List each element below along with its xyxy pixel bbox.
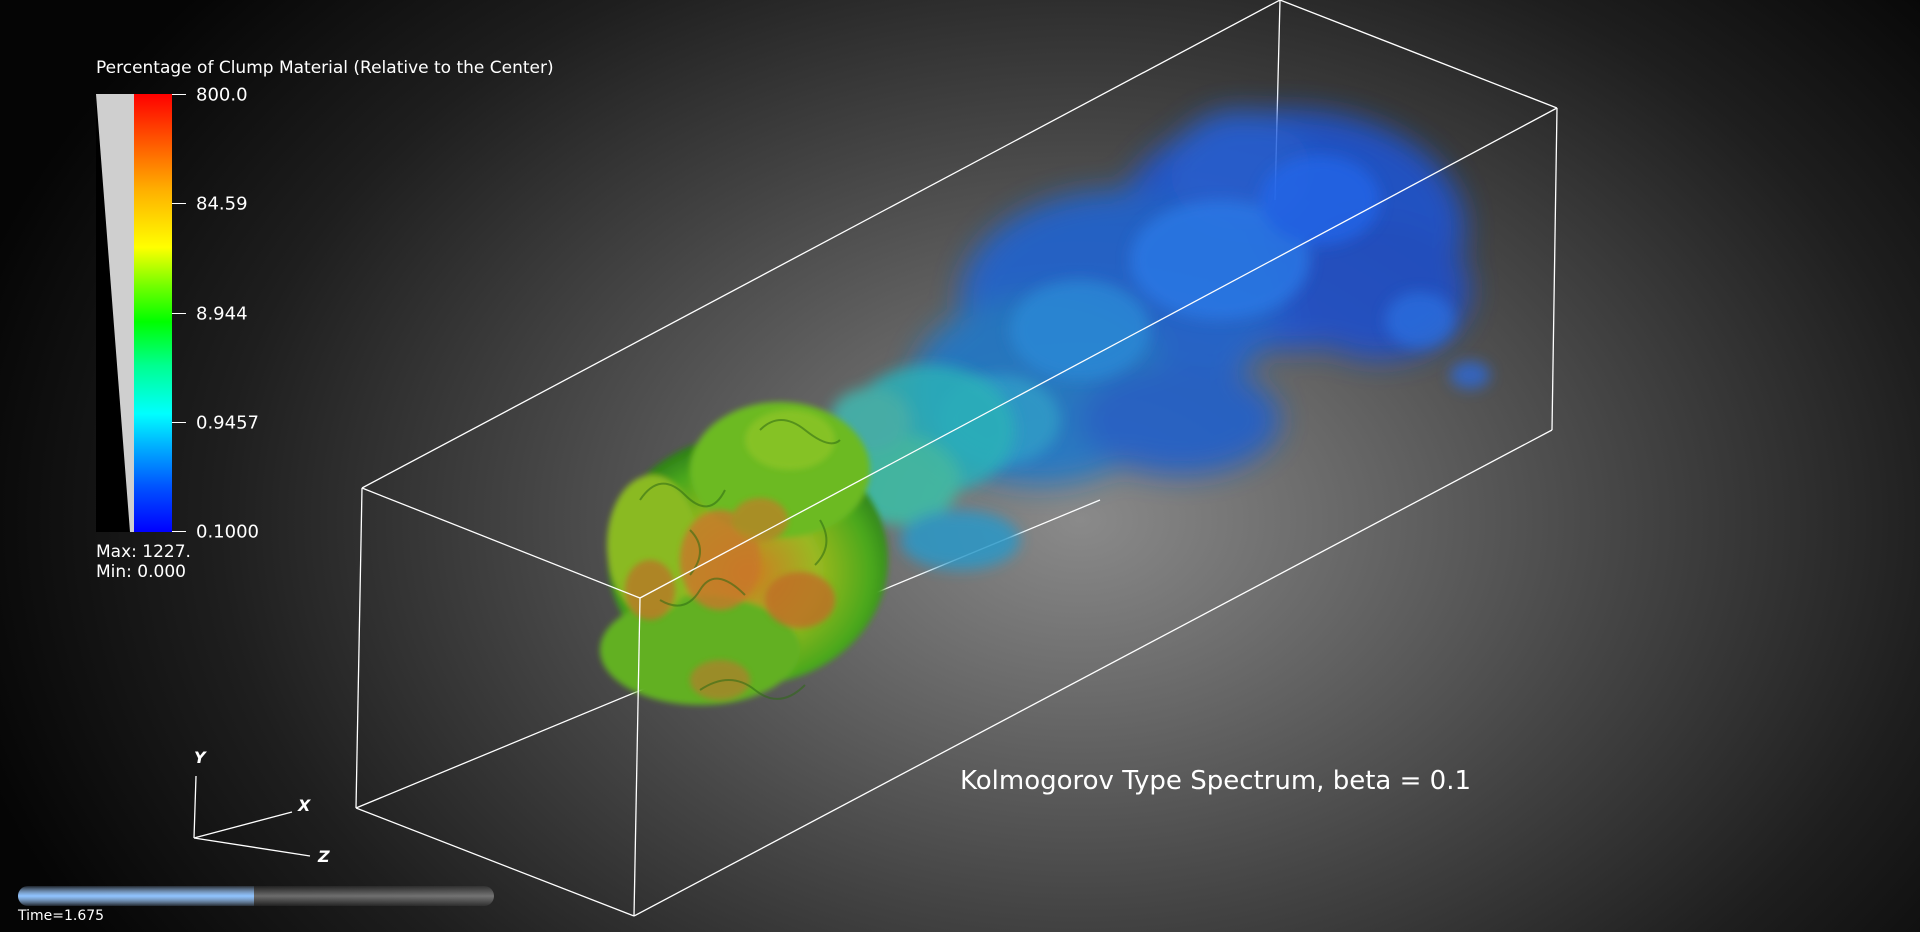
legend-tick-label: 8.944 bbox=[196, 303, 248, 325]
axis-label-x: X bbox=[298, 796, 311, 815]
legend-tick bbox=[172, 203, 186, 204]
time-slider-fill bbox=[18, 886, 254, 906]
color-bar bbox=[134, 94, 172, 532]
legend-tick-label: 0.9457 bbox=[196, 412, 259, 434]
legend-title: Percentage of Clump Material (Relative t… bbox=[96, 58, 554, 78]
legend-min-label: Min: 0.000 bbox=[96, 562, 186, 582]
legend-tick-label: 0.1000 bbox=[196, 521, 259, 543]
legend-tick-label: 800.0 bbox=[196, 84, 248, 106]
legend-tick bbox=[172, 313, 186, 314]
axis-label-z: Z bbox=[318, 847, 330, 866]
axis-label-y: Y bbox=[194, 748, 206, 767]
legend-max-label: Max: 1227. bbox=[96, 542, 191, 562]
legend-tick bbox=[172, 531, 186, 532]
time-slider[interactable] bbox=[18, 886, 494, 906]
caption-text: Kolmogorov Type Spectrum, beta = 0.1 bbox=[960, 766, 1471, 796]
legend-tick bbox=[172, 422, 186, 423]
opacity-ramp bbox=[96, 94, 134, 532]
time-label: Time=1.675 bbox=[18, 908, 105, 924]
plume-volume bbox=[600, 110, 1490, 705]
orientation-axes bbox=[193, 775, 311, 857]
legend-tick bbox=[172, 94, 186, 95]
legend-tick-label: 84.59 bbox=[196, 193, 248, 215]
render-viewport[interactable]: Percentage of Clump Material (Relative t… bbox=[0, 0, 1920, 932]
